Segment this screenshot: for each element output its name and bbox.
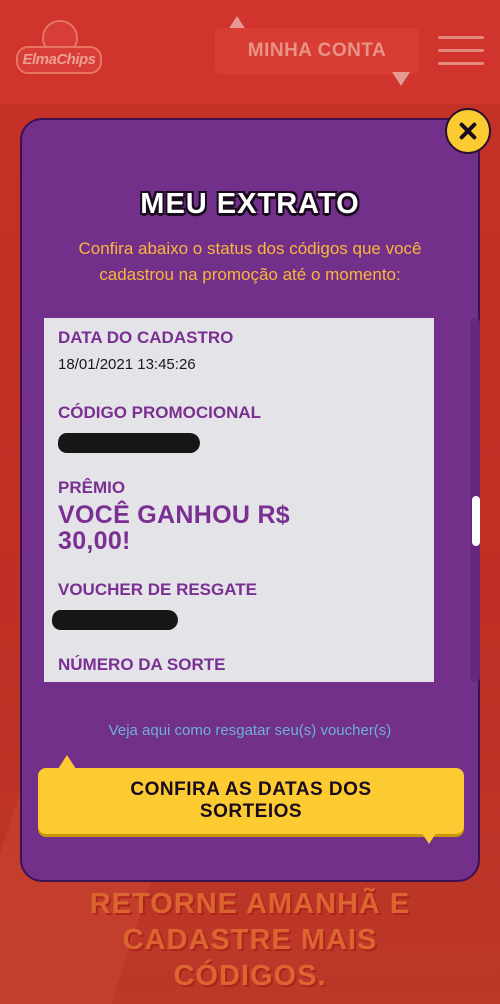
lucky-number-label: NÚMERO DA SORTE [58,655,226,674]
button-label-line: CONFIRA AS DATAS DOS [130,779,372,800]
redeem-voucher-link[interactable]: Veja aqui como resgatar seu(s) voucher(s… [22,722,478,739]
redeem-voucher-field: VOUCHER DE RESGATE [50,580,257,630]
prize-field: PRÊMIO VOCÊ GANHOU R$ 30,00! [58,478,290,554]
button-label-line: SORTEIOS [199,801,303,822]
modal-description: Confira abaixo o status dos códigos que … [78,239,422,284]
prize-value-line: 30,00! [58,527,131,555]
redacted-promo-code [56,433,202,453]
statement-modal: MEU EXTRATO Confira abaixo o status dos … [20,118,480,882]
registration-date-value: 18/01/2021 13:45:26 [58,356,196,373]
prize-value-line: VOCÊ GANHOU R$ [58,501,291,529]
modal-title: MEU EXTRATO [140,188,360,220]
promo-code-label: CÓDIGO PROMOCIONAL [58,403,262,422]
registration-date-field: DATA DO CADASTRO 18/01/2021 13:45:26 [58,328,233,373]
spark-decoration [420,830,438,844]
redacted-voucher-code [50,610,180,630]
close-icon[interactable] [445,108,491,154]
promo-code-field: CÓDIGO PROMOCIONAL [56,403,262,453]
spark-decoration [58,755,76,769]
prize-label: PRÊMIO [58,478,126,497]
draw-dates-button[interactable]: CONFIRA AS DATAS DOS SORTEIOS [38,768,464,834]
code-entries-panel[interactable]: DATA DO CADASTRO 18/01/2021 13:45:26 CÓD… [44,318,434,682]
redeem-voucher-label: VOUCHER DE RESGATE [58,580,257,599]
registration-date-label: DATA DO CADASTRO [58,328,234,347]
prize-value: VOCÊ GANHOU R$ 30,00! [58,502,290,554]
lucky-number-field: NÚMERO DA SORTE [58,655,226,675]
scrollbar-thumb[interactable] [472,496,480,546]
